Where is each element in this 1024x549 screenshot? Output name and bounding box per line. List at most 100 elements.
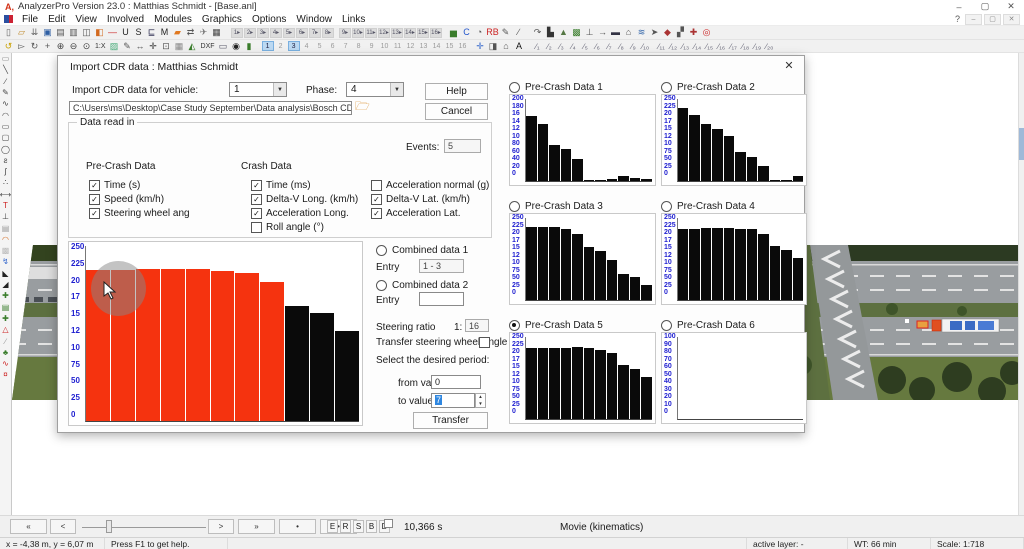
zoom-out-icon[interactable]: ⊖ [67, 41, 80, 52]
thin-line-tool[interactable]: ∕ [0, 76, 11, 87]
vehicle-10-icon[interactable]: 10▸ [352, 28, 364, 38]
steering-wheel-icon[interactable]: ◉ [230, 41, 243, 52]
pencil-icon[interactable]: ✎ [499, 27, 512, 38]
minimize-button[interactable]: – [946, 2, 972, 12]
diagram-icon[interactable]: ⊑ [145, 27, 158, 38]
spark-tool[interactable]: ↯ [0, 256, 11, 267]
radio-icon[interactable] [661, 320, 672, 331]
vehicle-5-icon[interactable]: 5▸ [283, 28, 295, 38]
person-icon[interactable]: ✛ [474, 41, 487, 52]
curve-icon[interactable]: ↷ [531, 27, 544, 38]
chevron-down-icon[interactable]: ▼ [390, 83, 403, 96]
slope-preset-19[interactable]: ∕₁₉ [752, 41, 764, 51]
layer-14-button[interactable]: 14 [431, 41, 443, 51]
dimension-tool[interactable]: ⟷ [0, 189, 11, 200]
layer-8-button[interactable]: 8 [353, 41, 365, 51]
slope-preset-8[interactable]: ∕₈ [616, 41, 628, 51]
checkbox-icon[interactable]: ✓ [371, 208, 382, 219]
chevron-down-icon[interactable]: ▼ [273, 83, 286, 96]
layer-16-button[interactable]: 16 [457, 41, 469, 51]
from-value-input[interactable]: 0 [431, 375, 481, 389]
road-tool[interactable]: ▤ [0, 302, 11, 313]
record-button[interactable]: • [320, 519, 357, 534]
slope-preset-6[interactable]: ∕₆ [592, 41, 604, 51]
dxf-triangle-icon[interactable]: ◭ [186, 41, 199, 52]
slope-preset-14[interactable]: ∕₁₄ [692, 41, 704, 51]
checkbox-icon[interactable]: ✓ [251, 194, 262, 205]
slope-preset-20[interactable]: ∕₂₀ [764, 41, 776, 51]
precrash-3-radio-row[interactable]: Pre-Crash Data 3 [509, 201, 603, 212]
vertical-scrollbar[interactable] [1018, 53, 1024, 515]
screen-icon[interactable]: ▭ [217, 41, 230, 52]
select-tool[interactable]: ▭ [0, 53, 11, 64]
faint-grid-tool[interactable]: ▩ [0, 245, 11, 256]
layer-2-button[interactable]: 2 [275, 41, 287, 51]
checkbox-icon[interactable] [371, 180, 382, 191]
menu-graphics[interactable]: Graphics [197, 14, 247, 25]
checkbox-time-ms-[interactable]: ✓Time (ms) [251, 180, 311, 191]
slope-preset-15[interactable]: ∕₁₅ [704, 41, 716, 51]
zoom-scale-button[interactable]: 1:X [93, 43, 108, 50]
spline-tool[interactable]: ʃ [0, 166, 11, 177]
green-cross-tool[interactable]: ✚ [0, 290, 11, 301]
to-value-spinner[interactable]: ▲▼ [475, 393, 486, 408]
checkbox-acceleration-long-[interactable]: ✓Acceleration Long. [251, 208, 349, 219]
checkbox-roll-angle-[interactable]: Roll angle (°) [251, 222, 324, 233]
play-button[interactable]: • [279, 519, 316, 534]
snap-icon[interactable]: ⊡ [160, 41, 173, 52]
slope-preset-5[interactable]: ∕₅ [580, 41, 592, 51]
layer-5-button[interactable]: 5 [314, 41, 326, 51]
fast-forward-button[interactable]: » [238, 519, 275, 534]
step-back-button[interactable]: < [50, 519, 76, 534]
precrash-6-radio-row[interactable]: Pre-Crash Data 6 [661, 320, 755, 331]
slope-tool[interactable]: ◢ [0, 279, 11, 290]
slope-preset-13[interactable]: ∕₁₃ [680, 41, 692, 51]
layer-7-button[interactable]: 7 [340, 41, 352, 51]
plane-icon[interactable]: ✈ [197, 27, 210, 38]
dialog-title-bar[interactable]: Import CDR data : Matthias Schmidt ✕ [58, 56, 804, 76]
vehicle-11-icon[interactable]: 11▸ [365, 28, 377, 38]
image-icon[interactable]: ▨ [108, 41, 121, 52]
select-arrow-icon[interactable]: ▻ [15, 41, 28, 52]
ellipse-tool[interactable]: ◯ [0, 143, 11, 154]
arc-tool[interactable]: ◠ [0, 109, 11, 120]
close-button[interactable]: ✕ [998, 1, 1024, 12]
pin-tool[interactable]: ¤ [0, 369, 11, 380]
resize-icon[interactable]: ↔ [134, 41, 147, 52]
steering-ratio-input[interactable]: 16 [465, 319, 489, 332]
vehicle-6-icon[interactable]: 6▸ [296, 28, 308, 38]
target-icon[interactable]: + [41, 41, 54, 52]
layer-13-button[interactable]: 13 [418, 41, 430, 51]
skidmark-tool[interactable]: ∿ [0, 358, 11, 369]
vehicle-15-icon[interactable]: 15▸ [417, 28, 429, 38]
layer-12-button[interactable]: 12 [405, 41, 417, 51]
line-tool[interactable]: ╲ [0, 64, 11, 75]
tee-icon[interactable]: ⊥ [583, 27, 596, 38]
vehicle-7-icon[interactable]: 7▸ [309, 28, 321, 38]
checkbox-icon[interactable] [251, 222, 262, 233]
waves-icon[interactable]: ≋ [635, 27, 648, 38]
vehicle-select[interactable]: 1 ▼ [229, 82, 287, 97]
slope-preset-2[interactable]: ∕₂ [544, 41, 556, 51]
playback-checkbox[interactable] [384, 519, 393, 528]
slope-preset-7[interactable]: ∕₇ [604, 41, 616, 51]
zigzag-tool[interactable]: ƨ [0, 155, 11, 166]
flag-button-r[interactable]: R [340, 520, 351, 533]
split-window-icon[interactable]: ◫ [80, 27, 93, 38]
checkbox-delta-v-long-km-h-[interactable]: ✓Delta-V Long. (km/h) [251, 194, 358, 205]
print-icon[interactable]: ▤ [54, 27, 67, 38]
open-file-icon[interactable]: ▱ [15, 27, 28, 38]
events-input[interactable]: 5 [444, 139, 481, 153]
help-menu[interactable]: ? [955, 14, 960, 24]
measurement-icon[interactable]: M [158, 27, 171, 38]
vehicle-4-icon[interactable]: 4▸ [270, 28, 282, 38]
menu-options[interactable]: Options [247, 14, 291, 25]
monitor-icon[interactable]: ▬ [609, 27, 622, 38]
checkbox-time-s-[interactable]: ✓Time (s) [89, 180, 140, 191]
undo-icon[interactable]: ↺ [2, 41, 15, 52]
a-style-icon[interactable]: A [513, 41, 526, 52]
panel-tool[interactable]: ▤ [0, 222, 11, 233]
label-pin-tool[interactable]: ⊥ [0, 211, 11, 222]
text-tool[interactable]: T [0, 200, 11, 211]
checkbox-icon[interactable]: ✓ [251, 180, 262, 191]
